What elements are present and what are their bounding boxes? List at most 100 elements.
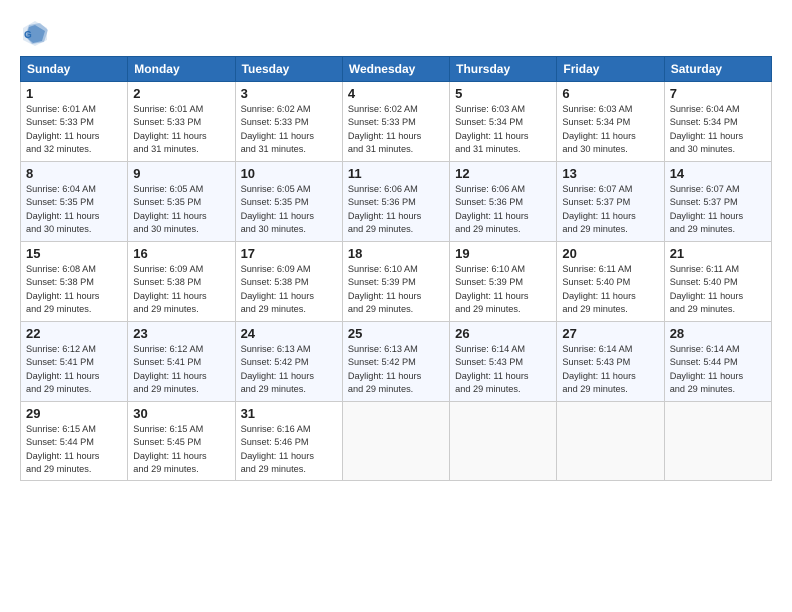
calendar-cell: 15Sunrise: 6:08 AMSunset: 5:38 PMDayligh… — [21, 242, 128, 322]
calendar-cell: 2 Sunrise: 6:01 AMSunset: 5:33 PMDaylight… — [128, 82, 235, 162]
day-number: 1 — [26, 86, 122, 101]
day-number: 24 — [241, 326, 337, 341]
day-info: Sunrise: 6:11 AMSunset: 5:40 PMDaylight:… — [562, 263, 658, 316]
day-info: Sunrise: 6:11 AMSunset: 5:40 PMDaylight:… — [670, 263, 766, 316]
calendar-cell: 19 Sunrise: 6:10 AMSunset: 5:39 PMDayligh… — [450, 242, 557, 322]
day-number: 16 — [133, 246, 229, 261]
day-number: 11 — [348, 166, 444, 181]
day-number: 13 — [562, 166, 658, 181]
logo: G — [20, 18, 53, 48]
day-info: Sunrise: 6:12 AMSunset: 5:41 PMDaylight:… — [26, 343, 122, 396]
day-number: 7 — [670, 86, 766, 101]
day-info: Sunrise: 6:07 AMSunset: 5:37 PMDaylight:… — [670, 183, 766, 236]
day-info: Sunrise: 6:14 AMSunset: 5:43 PMDaylight:… — [455, 343, 551, 396]
calendar-cell — [342, 402, 449, 481]
day-number: 10 — [241, 166, 337, 181]
day-info: Sunrise: 6:01 AMSunset: 5:33 PMDaylight:… — [133, 103, 229, 156]
calendar-cell: 7 Sunrise: 6:04 AMSunset: 5:34 PMDaylight… — [664, 82, 771, 162]
weekday-header-row: SundayMondayTuesdayWednesdayThursdayFrid… — [21, 57, 772, 82]
weekday-header-wednesday: Wednesday — [342, 57, 449, 82]
calendar-cell: 20 Sunrise: 6:11 AMSunset: 5:40 PMDayligh… — [557, 242, 664, 322]
day-info: Sunrise: 6:15 AMSunset: 5:45 PMDaylight:… — [133, 423, 229, 476]
day-info: Sunrise: 6:09 AMSunset: 5:38 PMDaylight:… — [241, 263, 337, 316]
day-info: Sunrise: 6:13 AMSunset: 5:42 PMDaylight:… — [348, 343, 444, 396]
day-number: 14 — [670, 166, 766, 181]
calendar-cell: 30Sunrise: 6:15 AMSunset: 5:45 PMDayligh… — [128, 402, 235, 481]
calendar-cell: 25 Sunrise: 6:13 AMSunset: 5:42 PMDayligh… — [342, 322, 449, 402]
day-info: Sunrise: 6:04 AMSunset: 5:34 PMDaylight:… — [670, 103, 766, 156]
calendar-cell: 26Sunrise: 6:14 AMSunset: 5:43 PMDayligh… — [450, 322, 557, 402]
calendar-cell: 4 Sunrise: 6:02 AMSunset: 5:33 PMDaylight… — [342, 82, 449, 162]
calendar-week-2: 8 Sunrise: 6:04 AMSunset: 5:35 PMDaylight… — [21, 162, 772, 242]
calendar-cell: 5 Sunrise: 6:03 AMSunset: 5:34 PMDaylight… — [450, 82, 557, 162]
day-info: Sunrise: 6:13 AMSunset: 5:42 PMDaylight:… — [241, 343, 337, 396]
calendar-cell: 21 Sunrise: 6:11 AMSunset: 5:40 PMDayligh… — [664, 242, 771, 322]
day-info: Sunrise: 6:04 AMSunset: 5:35 PMDaylight:… — [26, 183, 122, 236]
day-info: Sunrise: 6:03 AMSunset: 5:34 PMDaylight:… — [455, 103, 551, 156]
day-info: Sunrise: 6:12 AMSunset: 5:41 PMDaylight:… — [133, 343, 229, 396]
calendar-cell: 29Sunrise: 6:15 AMSunset: 5:44 PMDayligh… — [21, 402, 128, 481]
calendar-cell: 23 Sunrise: 6:12 AMSunset: 5:41 PMDayligh… — [128, 322, 235, 402]
day-number: 2 — [133, 86, 229, 101]
weekday-header-sunday: Sunday — [21, 57, 128, 82]
calendar-cell: 18Sunrise: 6:10 AMSunset: 5:39 PMDayligh… — [342, 242, 449, 322]
weekday-header-monday: Monday — [128, 57, 235, 82]
calendar-cell: 12Sunrise: 6:06 AMSunset: 5:36 PMDayligh… — [450, 162, 557, 242]
day-number: 27 — [562, 326, 658, 341]
calendar-week-4: 22 Sunrise: 6:12 AMSunset: 5:41 PMDayligh… — [21, 322, 772, 402]
day-info: Sunrise: 6:06 AMSunset: 5:36 PMDaylight:… — [348, 183, 444, 236]
day-info: Sunrise: 6:10 AMSunset: 5:39 PMDaylight:… — [455, 263, 551, 316]
day-info: Sunrise: 6:07 AMSunset: 5:37 PMDaylight:… — [562, 183, 658, 236]
day-number: 23 — [133, 326, 229, 341]
calendar-cell: 3Sunrise: 6:02 AMSunset: 5:33 PMDaylight… — [235, 82, 342, 162]
day-number: 9 — [133, 166, 229, 181]
calendar-cell: 10Sunrise: 6:05 AMSunset: 5:35 PMDayligh… — [235, 162, 342, 242]
day-number: 21 — [670, 246, 766, 261]
day-number: 4 — [348, 86, 444, 101]
weekday-header-tuesday: Tuesday — [235, 57, 342, 82]
day-info: Sunrise: 6:14 AMSunset: 5:44 PMDaylight:… — [670, 343, 766, 396]
day-number: 6 — [562, 86, 658, 101]
calendar-cell: 9 Sunrise: 6:05 AMSunset: 5:35 PMDaylight… — [128, 162, 235, 242]
day-number: 20 — [562, 246, 658, 261]
day-info: Sunrise: 6:02 AMSunset: 5:33 PMDaylight:… — [348, 103, 444, 156]
calendar-cell: 28 Sunrise: 6:14 AMSunset: 5:44 PMDayligh… — [664, 322, 771, 402]
calendar-cell: 17Sunrise: 6:09 AMSunset: 5:38 PMDayligh… — [235, 242, 342, 322]
calendar-cell — [664, 402, 771, 481]
day-number: 15 — [26, 246, 122, 261]
day-info: Sunrise: 6:16 AMSunset: 5:46 PMDaylight:… — [241, 423, 337, 476]
weekday-header-saturday: Saturday — [664, 57, 771, 82]
day-number: 29 — [26, 406, 122, 421]
day-info: Sunrise: 6:09 AMSunset: 5:38 PMDaylight:… — [133, 263, 229, 316]
calendar-cell: 27 Sunrise: 6:14 AMSunset: 5:43 PMDayligh… — [557, 322, 664, 402]
calendar-week-5: 29Sunrise: 6:15 AMSunset: 5:44 PMDayligh… — [21, 402, 772, 481]
calendar-week-1: 1 Sunrise: 6:01 AMSunset: 5:33 PMDaylight… — [21, 82, 772, 162]
page: G SundayMondayTuesdayWednesdayThursdayFr… — [0, 0, 792, 612]
calendar-cell: 6 Sunrise: 6:03 AMSunset: 5:34 PMDaylight… — [557, 82, 664, 162]
day-number: 28 — [670, 326, 766, 341]
day-number: 25 — [348, 326, 444, 341]
day-number: 19 — [455, 246, 551, 261]
day-info: Sunrise: 6:06 AMSunset: 5:36 PMDaylight:… — [455, 183, 551, 236]
day-number: 22 — [26, 326, 122, 341]
day-number: 5 — [455, 86, 551, 101]
day-info: Sunrise: 6:14 AMSunset: 5:43 PMDaylight:… — [562, 343, 658, 396]
calendar-cell: 8 Sunrise: 6:04 AMSunset: 5:35 PMDaylight… — [21, 162, 128, 242]
calendar-cell: 22 Sunrise: 6:12 AMSunset: 5:41 PMDayligh… — [21, 322, 128, 402]
calendar-cell — [450, 402, 557, 481]
calendar-cell: 14 Sunrise: 6:07 AMSunset: 5:37 PMDayligh… — [664, 162, 771, 242]
day-info: Sunrise: 6:01 AMSunset: 5:33 PMDaylight:… — [26, 103, 122, 156]
day-info: Sunrise: 6:05 AMSunset: 5:35 PMDaylight:… — [133, 183, 229, 236]
day-number: 31 — [241, 406, 337, 421]
calendar-cell: 16 Sunrise: 6:09 AMSunset: 5:38 PMDayligh… — [128, 242, 235, 322]
day-number: 8 — [26, 166, 122, 181]
day-info: Sunrise: 6:02 AMSunset: 5:33 PMDaylight:… — [241, 103, 337, 156]
svg-text:G: G — [24, 30, 32, 41]
day-number: 18 — [348, 246, 444, 261]
calendar-cell: 11 Sunrise: 6:06 AMSunset: 5:36 PMDayligh… — [342, 162, 449, 242]
calendar-cell: 1 Sunrise: 6:01 AMSunset: 5:33 PMDaylight… — [21, 82, 128, 162]
calendar-cell: 31 Sunrise: 6:16 AMSunset: 5:46 PMDayligh… — [235, 402, 342, 481]
logo-icon: G — [20, 18, 50, 48]
calendar-cell — [557, 402, 664, 481]
day-info: Sunrise: 6:03 AMSunset: 5:34 PMDaylight:… — [562, 103, 658, 156]
